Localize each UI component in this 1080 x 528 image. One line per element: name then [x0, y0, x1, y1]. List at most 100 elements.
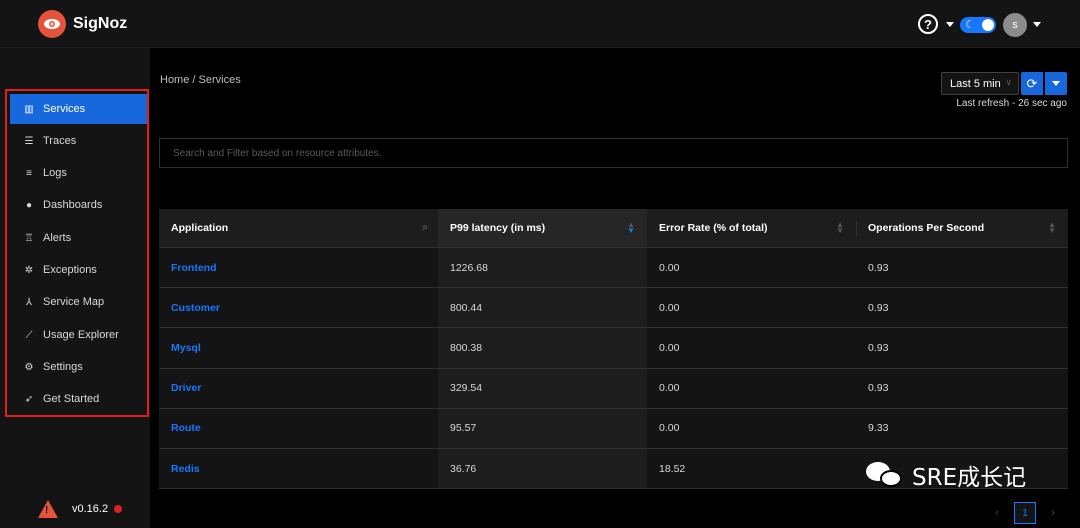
table-header: Application ⌕ P99 latency (in ms) ▲ ▼ Err…: [159, 209, 1068, 248]
sidebar-item-dashboards[interactable]: ● Dashboards: [10, 190, 147, 220]
avatar-caret-icon[interactable]: [1033, 22, 1041, 27]
time-range-value: Last 5 min: [950, 77, 1001, 90]
cell-ops: 0.93: [868, 301, 889, 314]
cell-p99: 329.54: [438, 368, 647, 408]
cell-ops: 0.93: [868, 382, 889, 395]
refresh-options-button[interactable]: [1045, 72, 1067, 95]
service-link[interactable]: Mysql: [171, 342, 201, 354]
user-avatar[interactable]: s: [1003, 13, 1027, 37]
sort-icon[interactable]: ▲ ▼: [836, 221, 844, 235]
sidebar-item-exceptions[interactable]: ✲ Exceptions: [10, 255, 147, 285]
toggle-knob: [982, 19, 994, 31]
sidebar-item-traces[interactable]: ☰ Traces: [10, 126, 147, 156]
sidebar-item-label: Service Map: [43, 296, 105, 308]
refresh-button[interactable]: ⟳: [1021, 72, 1043, 95]
column-header-p99-latency[interactable]: P99 latency (in ms) ▲ ▼: [438, 209, 647, 247]
align-left-icon: ≡: [26, 167, 32, 179]
sidebar-item-logs[interactable]: ≡ Logs: [10, 158, 147, 188]
caret-down-icon: [1052, 81, 1060, 86]
table-row: Driver 329.54 0.00 0.93: [159, 368, 1068, 409]
column-header-error-rate[interactable]: Error Rate (% of total) ▲ ▼: [647, 209, 856, 247]
sidebar-item-label: Alerts: [43, 232, 72, 244]
next-page-icon[interactable]: ›: [1042, 502, 1064, 524]
sidebar-item-label: Dashboards: [43, 199, 103, 211]
sidebar-item-services[interactable]: ▥ Services: [10, 94, 147, 124]
sidebar-item-label: Services: [43, 103, 86, 115]
cell-p99: 36.76: [438, 448, 647, 489]
dashboard-icon: ●: [25, 199, 33, 211]
breadcrumb[interactable]: Home / Services: [160, 74, 241, 86]
version-text: v0.16.2: [72, 503, 109, 515]
cell-application: Mysql: [159, 328, 438, 367]
sort-icon[interactable]: ▲ ▼: [1048, 221, 1056, 235]
chevron-down-icon: ∨: [1005, 77, 1012, 87]
help-icon[interactable]: ?: [918, 14, 938, 34]
moon-icon: ☾: [965, 19, 975, 31]
prev-page-icon[interactable]: ‹: [986, 502, 1008, 524]
sidebar-item-label: Logs: [43, 167, 67, 179]
cell-ops: 0.93: [868, 341, 889, 354]
column-label: P99 latency (in ms): [450, 222, 546, 234]
table-row: Frontend 1226.68 0.00 0.93: [159, 248, 1068, 289]
brand-name[interactable]: SigNoz: [73, 15, 127, 33]
cell-p99: 1226.68: [438, 248, 647, 288]
table-row: Route 95.57 0.00 9.33: [159, 408, 1068, 449]
bug-icon: ✲: [24, 264, 34, 276]
column-header-application[interactable]: Application ⌕: [159, 209, 438, 247]
cell-error-rate: 0.00: [659, 422, 680, 435]
search-input[interactable]: [173, 147, 1067, 159]
cell-ops: 9.33: [868, 422, 889, 435]
service-link[interactable]: Redis: [171, 463, 200, 475]
signoz-logo-icon[interactable]: [38, 10, 66, 38]
sort-icon[interactable]: ▲ ▼: [627, 221, 635, 235]
line-chart-icon: ⟋: [25, 329, 33, 341]
page-number[interactable]: 1: [1014, 502, 1036, 524]
theme-toggle[interactable]: ☾: [960, 17, 996, 33]
cell-application: Redis: [159, 449, 438, 488]
service-link[interactable]: Route: [171, 422, 201, 434]
sidebar-item-label: Usage Explorer: [43, 329, 119, 341]
sidebar-item-usage-explorer[interactable]: ⟋ Usage Explorer: [10, 320, 147, 350]
top-header: SigNoz ? ☾ s: [0, 0, 1080, 48]
sync-icon: ⟳: [1026, 75, 1038, 91]
cell-application: Customer: [159, 288, 438, 327]
service-link[interactable]: Driver: [171, 382, 201, 394]
sidebar-item-label: Get Started: [43, 393, 100, 405]
sidebar-item-service-map[interactable]: ⅄ Service Map: [10, 287, 147, 317]
help-caret-icon[interactable]: [946, 22, 954, 27]
service-link[interactable]: Frontend: [171, 262, 217, 274]
pagination: ‹ 1 ›: [986, 502, 1064, 524]
bar-chart-icon: ▥: [24, 103, 34, 115]
resource-filter-search: [159, 138, 1068, 168]
watermark: SRE成长记: [866, 458, 1026, 492]
status-dot: [114, 505, 123, 513]
cell-application: Driver: [159, 369, 438, 408]
alert-icon: ♖: [24, 232, 34, 244]
column-header-ops-per-second[interactable]: Operations Per Second ▲ ▼: [856, 209, 1068, 247]
service-link[interactable]: Customer: [171, 302, 220, 314]
time-range-select[interactable]: Last 5 min ∨: [941, 72, 1019, 95]
sidebar-item-label: Exceptions: [43, 264, 97, 276]
search-icon[interactable]: ⌕: [422, 222, 428, 233]
cell-error-rate: 0.00: [659, 382, 680, 395]
cell-error-rate: 0.00: [659, 341, 680, 354]
table-row: Mysql 800.38 0.00 0.93: [159, 328, 1068, 369]
sidebar-menu: ▥ Services ☰ Traces ≡ Logs ● Dashboards …: [5, 89, 149, 417]
rocket-icon: ➶: [24, 393, 34, 405]
cell-error-rate: 0.00: [659, 301, 680, 314]
sidebar: ▥ Services ☰ Traces ≡ Logs ● Dashboards …: [0, 48, 150, 528]
sidebar-item-get-started[interactable]: ➶ Get Started: [10, 384, 147, 414]
version-indicator[interactable]: ! v0.16.2: [38, 500, 123, 518]
cell-application: Route: [159, 409, 438, 448]
setting-icon: ⚙: [24, 361, 34, 373]
sidebar-item-label: Settings: [43, 361, 83, 373]
watermark-text: SRE成长记: [912, 465, 1027, 491]
deployment-unit-icon: ⅄: [25, 296, 33, 308]
cell-application: Frontend: [159, 248, 438, 287]
cell-p99: 800.44: [438, 288, 647, 328]
cell-ops: 0.93: [868, 261, 889, 274]
sidebar-item-label: Traces: [43, 135, 77, 147]
sidebar-item-alerts[interactable]: ♖ Alerts: [10, 223, 147, 253]
sidebar-item-settings[interactable]: ⚙ Settings: [10, 352, 147, 382]
column-label: Operations Per Second: [868, 222, 985, 234]
